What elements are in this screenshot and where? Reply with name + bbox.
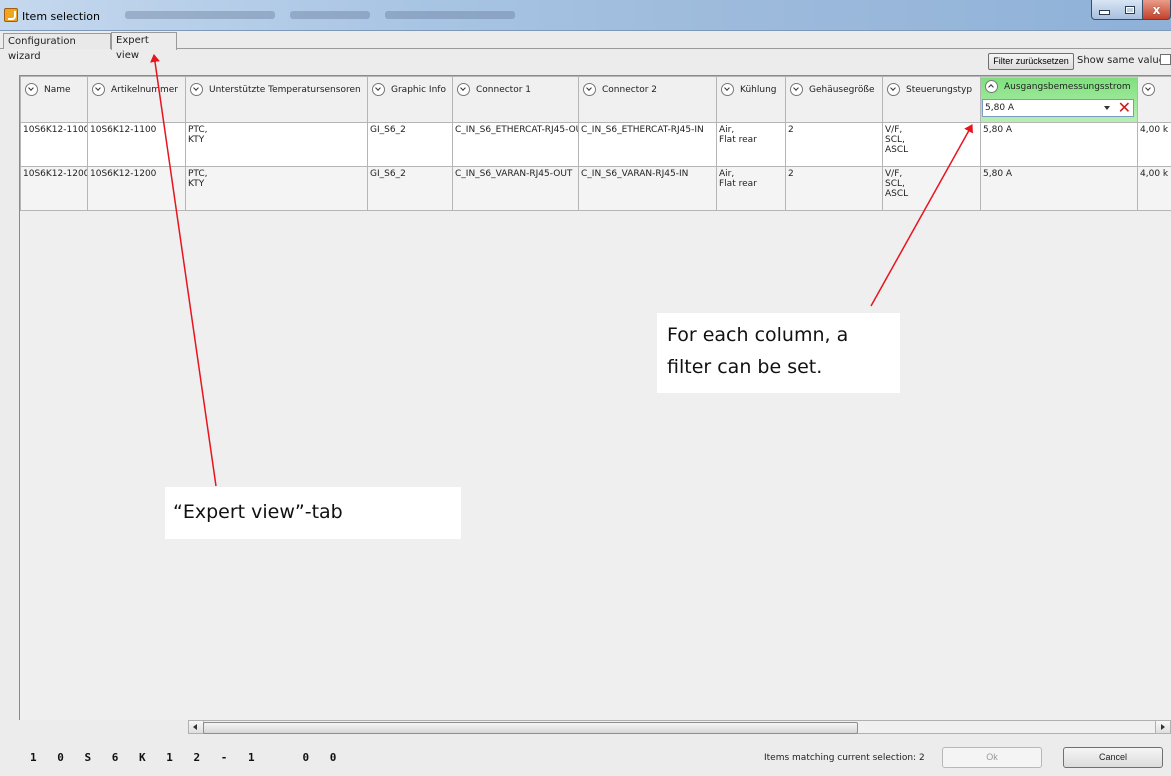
tab-strip: Configuration wizard Expert view bbox=[0, 31, 1171, 62]
sort-chevron-icon[interactable] bbox=[372, 83, 385, 96]
cell-output-current: 5,80 A bbox=[980, 166, 1138, 211]
cell-name: 10S6K12-1200 bbox=[20, 166, 88, 211]
cell-next: 4,00 k bbox=[1137, 166, 1171, 211]
cell-output-current: 5,80 A bbox=[980, 122, 1138, 167]
title-bar: Item selection x bbox=[0, 0, 1171, 31]
cell-graphic-info: GI_S6_2 bbox=[367, 122, 453, 167]
scroll-left-icon[interactable] bbox=[189, 721, 204, 733]
column-header-graphic-info[interactable]: Graphic Info bbox=[367, 76, 453, 123]
cell-artikelnummer: 10S6K12-1100 bbox=[87, 122, 186, 167]
ok-button[interactable]: Ok bbox=[942, 747, 1042, 768]
column-header-control-type[interactable]: Steuerungstyp bbox=[882, 76, 981, 123]
clear-filter-icon[interactable]: ✕ bbox=[1118, 99, 1131, 117]
sort-chevron-icon[interactable] bbox=[721, 83, 734, 96]
sort-chevron-icon[interactable] bbox=[1142, 83, 1155, 96]
column-header-name[interactable]: Name bbox=[20, 76, 88, 123]
column-header-housing-size[interactable]: Gehäusegröße bbox=[785, 76, 883, 123]
window-title: Item selection bbox=[22, 10, 100, 23]
sort-chevron-icon[interactable] bbox=[190, 83, 203, 96]
match-count-value: 2 bbox=[918, 753, 925, 763]
close-icon: x bbox=[1152, 2, 1161, 17]
item-code-display: 1 0 S 6 K 1 2 - 1 0 0 bbox=[30, 751, 344, 764]
output-current-filter[interactable]: 5,80 A ✕ bbox=[982, 99, 1134, 117]
maximize-icon bbox=[1124, 5, 1135, 14]
blurred-title-text bbox=[385, 11, 515, 19]
cell-name: 10S6K12-1100 bbox=[20, 122, 88, 167]
cell-housing-size: 2 bbox=[785, 122, 883, 167]
column-header-cooling[interactable]: Kühlung bbox=[716, 76, 786, 123]
scroll-thumb[interactable] bbox=[203, 722, 858, 734]
sort-chevron-icon[interactable] bbox=[583, 83, 596, 96]
cell-graphic-info: GI_S6_2 bbox=[367, 166, 453, 211]
sort-chevron-icon[interactable] bbox=[887, 83, 900, 96]
horizontal-scrollbar[interactable] bbox=[188, 720, 1171, 734]
cell-next: 4,00 k bbox=[1137, 122, 1171, 167]
dropdown-arrow-icon[interactable] bbox=[1104, 106, 1110, 110]
blurred-title-text bbox=[125, 11, 275, 19]
cell-cooling: Air, Flat rear bbox=[716, 122, 786, 167]
column-header-artikelnummer[interactable]: Artikelnummer bbox=[87, 76, 186, 123]
show-same-values-checkbox[interactable] bbox=[1160, 54, 1171, 65]
item-table: Name Artikelnummer Unterstützte Temperat… bbox=[20, 76, 1171, 211]
column-header-temperature-sensors[interactable]: Unterstützte Temperatursensoren bbox=[185, 76, 368, 123]
show-same-values-label: Show same values bbox=[1077, 55, 1171, 66]
cell-connector-2: C_IN_S6_ETHERCAT-RJ45-IN bbox=[578, 122, 717, 167]
maximize-button[interactable] bbox=[1117, 0, 1143, 20]
expert-view-callout: “Expert view”-tab bbox=[165, 487, 461, 539]
cell-connector-1: C_IN_S6_ETHERCAT-RJ45-OUT bbox=[452, 122, 579, 167]
cell-connector-2: C_IN_S6_VARAN-RJ45-IN bbox=[578, 166, 717, 211]
sort-chevron-icon[interactable] bbox=[790, 83, 803, 96]
cell-temp-sensors: PTC, KTY bbox=[185, 166, 368, 211]
header-row: Name Artikelnummer Unterstützte Temperat… bbox=[20, 76, 1171, 123]
sort-chevron-icon[interactable] bbox=[25, 83, 38, 96]
blurred-title-text bbox=[290, 11, 370, 19]
cell-housing-size: 2 bbox=[785, 166, 883, 211]
column-header-connector-1[interactable]: Connector 1 bbox=[452, 76, 579, 123]
filter-reset-button[interactable]: Filter zurücksetzen bbox=[988, 53, 1074, 70]
minimize-icon bbox=[1099, 10, 1110, 15]
item-grid: Name Artikelnummer Unterstützte Temperat… bbox=[19, 75, 1171, 720]
scroll-right-icon[interactable] bbox=[1155, 721, 1170, 733]
tab-configuration-wizard[interactable]: Configuration wizard bbox=[3, 33, 111, 62]
filter-callout: For each column, a filter can be set. bbox=[657, 313, 900, 393]
cell-artikelnummer: 10S6K12-1200 bbox=[87, 166, 186, 211]
sort-chevron-icon[interactable] bbox=[92, 83, 105, 96]
cell-connector-1: C_IN_S6_VARAN-RJ45-OUT bbox=[452, 166, 579, 211]
tab-expert-view[interactable]: Expert view bbox=[111, 32, 177, 61]
close-button[interactable]: x bbox=[1142, 0, 1171, 20]
sort-chevron-icon[interactable] bbox=[457, 83, 470, 96]
match-count-label: Items matching current selection: 2 bbox=[764, 753, 925, 763]
table-row[interactable]: 10S6K12-1200 10S6K12-1200 PTC, KTY GI_S6_… bbox=[20, 166, 1171, 211]
cell-cooling: Air, Flat rear bbox=[716, 166, 786, 211]
cell-control-type: V/F, SCL, ASCL bbox=[882, 122, 981, 167]
app-icon bbox=[4, 8, 18, 22]
sort-chevron-icon[interactable] bbox=[985, 80, 998, 93]
cell-temp-sensors: PTC, KTY bbox=[185, 122, 368, 167]
column-header-connector-2[interactable]: Connector 2 bbox=[578, 76, 717, 123]
cell-control-type: V/F, SCL, ASCL bbox=[882, 166, 981, 211]
cancel-button[interactable]: Cancel bbox=[1063, 747, 1163, 768]
table-row[interactable]: 10S6K12-1100 10S6K12-1100 PTC, KTY GI_S6_… bbox=[20, 122, 1171, 167]
minimize-button[interactable] bbox=[1091, 0, 1118, 20]
column-header-output-current[interactable]: Ausgangsbemessungsstrom 5,80 A ✕ bbox=[980, 76, 1138, 123]
column-header-next[interactable] bbox=[1137, 76, 1171, 123]
